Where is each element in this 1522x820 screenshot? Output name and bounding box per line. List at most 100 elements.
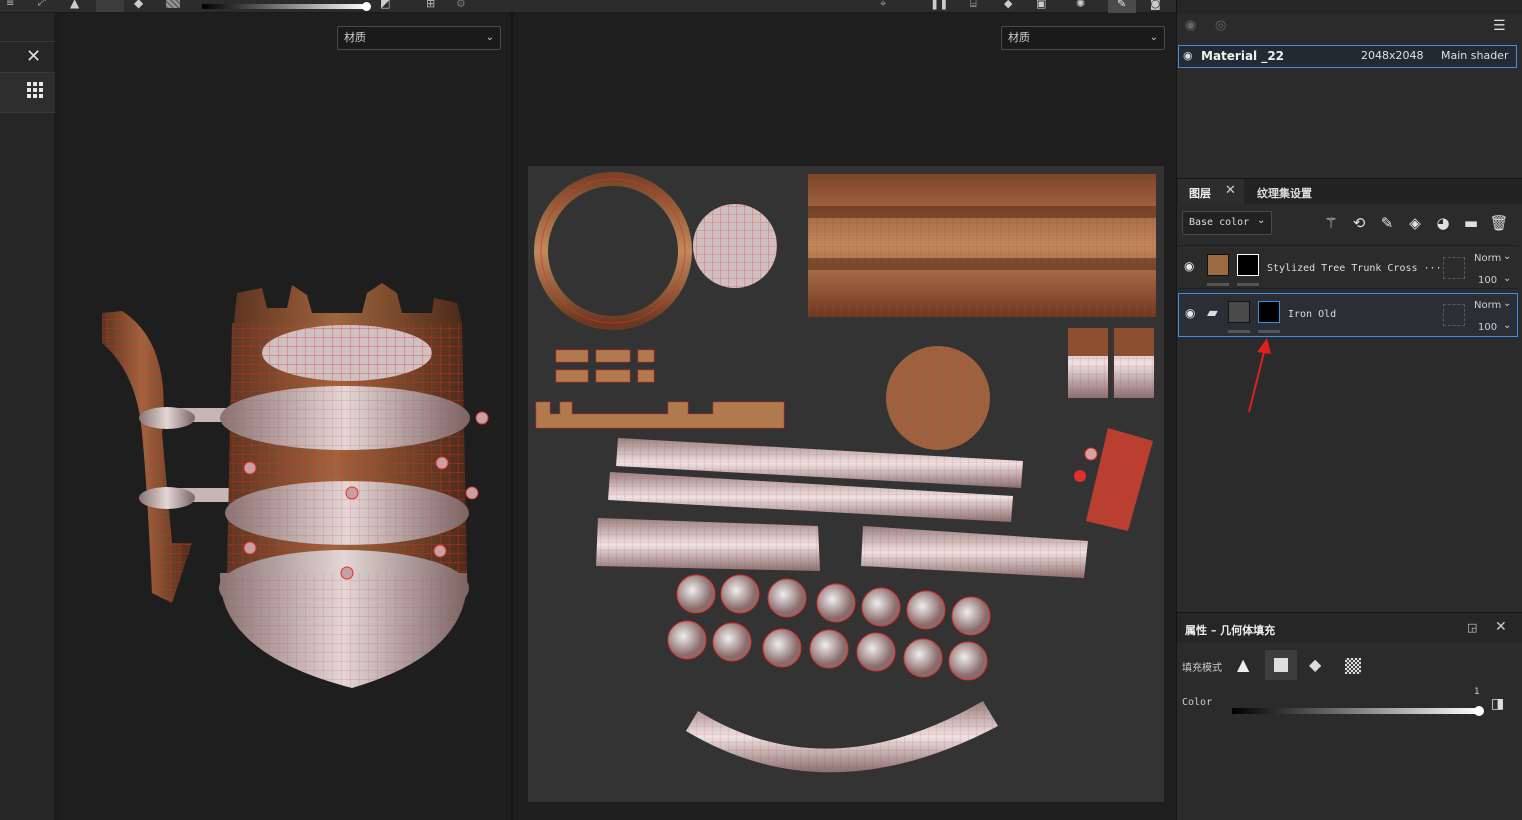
opacity[interactable]: 100	[1478, 275, 1497, 286]
layer-row[interactable]: ◉ Stylized Tree Trunk Cross ··· Norm ⌄ 1…	[1178, 245, 1518, 289]
properties-panel: 属性 – 几何体填充 ◲ ✕ 填充模式 ▲ ◆ Color 1 ◨	[1177, 612, 1522, 820]
cube-icon[interactable]: ◆	[1004, 0, 1012, 10]
split-view-icon[interactable]: ⊞	[426, 0, 435, 10]
fill-layer-icon[interactable]: ◈	[1405, 214, 1425, 234]
mug-3d-model[interactable]	[62, 13, 511, 820]
blend-mode[interactable]: Norm	[1474, 253, 1501, 264]
channel-dropdown[interactable]: Base color ⌄	[1182, 211, 1272, 235]
close-icon[interactable]: ✕	[1495, 619, 1507, 635]
eye-icon[interactable]: ◉	[1185, 306, 1195, 320]
folder-icon: ▰	[1207, 305, 1218, 321]
exposure-slider[interactable]	[202, 4, 367, 9]
cube-mode-icon[interactable]: ◆	[134, 0, 143, 10]
color-picker-icon[interactable]: ◨	[1491, 696, 1504, 712]
properties-header: 属性 – 几何体填充 ◲ ✕	[1177, 613, 1522, 643]
opacity[interactable]: 100	[1478, 322, 1497, 333]
eye-icon[interactable]: ◉	[1184, 259, 1194, 273]
object-fill-icon[interactable]: ◆	[1309, 655, 1321, 674]
uv-layout-canvas[interactable]	[528, 166, 1164, 802]
trash-icon[interactable]: 🗑	[1489, 214, 1509, 234]
texture-set-name: Material _22	[1201, 49, 1285, 63]
layer-thumbnail[interactable]	[1207, 254, 1229, 276]
symmetry-icon[interactable]: ⌸	[970, 0, 977, 11]
close-row: ✕	[0, 41, 55, 73]
tab-texset-label: 纹理集设置	[1257, 187, 1312, 200]
brush-icon: ✎	[1117, 0, 1127, 10]
annotation-arrow	[1248, 338, 1271, 413]
mask-thumbnail[interactable]	[1258, 301, 1280, 323]
viewport-2d-channel-dropdown[interactable]: 材质 ⌄	[1001, 26, 1165, 50]
uv-chunk-fill-icon[interactable]	[1345, 658, 1361, 674]
fill-mode-label: 填充模式	[1182, 663, 1222, 674]
eye-icon[interactable]: ◎	[1215, 18, 1226, 33]
layer-thumbnail-bar	[1228, 330, 1250, 333]
float-panel-icon[interactable]: ◲	[1467, 621, 1477, 634]
tab-layers-label: 图层	[1189, 187, 1211, 200]
screenshot-icon[interactable]: ▣	[1036, 0, 1046, 10]
square-fill-icon	[1274, 658, 1288, 672]
sun-icon[interactable]: ✺	[1076, 0, 1085, 10]
smart-material-icon[interactable]: ⟲	[1349, 214, 1369, 234]
triangle-mode-icon[interactable]: ▲	[70, 0, 79, 10]
texture-set-list-header	[1177, 0, 1522, 14]
properties-title: 属性 – 几何体填充	[1185, 624, 1276, 637]
checker-mode-icon[interactable]	[166, 0, 180, 8]
layer-name: Iron Old	[1288, 309, 1337, 320]
layer-color-id[interactable]	[1443, 304, 1465, 326]
chevron-down-icon: ⌄	[1503, 298, 1512, 309]
layer-thumbnail-bar	[1207, 283, 1229, 286]
chevron-down-icon: ⌄	[1257, 215, 1266, 226]
color-label: Color	[1182, 697, 1213, 708]
blend-mode[interactable]: Norm	[1474, 300, 1501, 311]
expand-icon[interactable]: ⤢	[38, 0, 46, 8]
viewport-3d[interactable]: 材质 ⌄	[62, 13, 511, 820]
menu-icon[interactable]: ≡	[6, 0, 14, 9]
top-toolbar: ≡ ⤢ ▲ ◆ ◩ ⊞ ⚙ ⌖ ❚❚ ⌸ ◆ ▣ ✺ ✎ ◙	[0, 0, 1176, 13]
channel-dropdown-label: Base color	[1189, 217, 1250, 228]
mask-thumbnail[interactable]	[1237, 254, 1259, 276]
chevron-down-icon: ⌄	[1149, 32, 1158, 43]
left-tool-strip: ✕	[0, 13, 55, 820]
triangle-fill-icon[interactable]: ▲	[1237, 655, 1249, 674]
paint-layer-icon[interactable]: ✎	[1377, 214, 1397, 234]
tab-layers[interactable]: 图层 ✕	[1178, 179, 1244, 205]
gutter	[55, 13, 62, 820]
texture-set-resolution: 2048x2048	[1361, 49, 1424, 62]
color-slider-handle[interactable]	[1474, 706, 1484, 716]
folder-icon[interactable]: ▬	[1461, 214, 1481, 234]
grid-row	[0, 73, 55, 113]
magic-wand-icon[interactable]: ⚚	[1321, 214, 1341, 234]
close-icon[interactable]: ✕	[26, 46, 41, 67]
chevron-down-icon: ⌄	[1503, 273, 1512, 284]
right-panel: ◉ ◎ ☰ ◉ Material _22 2048x2048 Main shad…	[1176, 0, 1522, 820]
close-icon[interactable]: ✕	[1225, 183, 1236, 198]
layer-thumbnail[interactable]	[1228, 301, 1250, 323]
texture-set-row[interactable]: ◉ Material _22 2048x2048 Main shader	[1178, 45, 1517, 68]
layers-tabbar: 图层 ✕ 纹理集设置	[1177, 178, 1522, 205]
visibility-hidden-icon[interactable]: ◉	[1185, 18, 1196, 33]
layer-name: Stylized Tree Trunk Cross ···	[1267, 263, 1442, 274]
color-slider[interactable]	[1232, 708, 1480, 714]
grid-icon[interactable]	[27, 82, 43, 98]
viewport-2d[interactable]: 材质 ⌄	[513, 13, 1176, 820]
pause-icon[interactable]: ❚❚	[930, 0, 948, 10]
mask-icon[interactable]: ◕	[1433, 214, 1453, 234]
settings-icon[interactable]: ⚙	[456, 0, 466, 10]
chevron-down-icon: ⌄	[1503, 320, 1512, 331]
tab-texture-set-settings[interactable]: 纹理集设置	[1249, 179, 1329, 205]
solid-mode-icon[interactable]	[96, 0, 124, 12]
exposure-slider-handle[interactable]	[362, 2, 371, 11]
quad-fill-button[interactable]	[1265, 650, 1297, 680]
layer-row-selected[interactable]: ◉ ▰ Iron Old Norm ⌄ 100 ⌄	[1178, 293, 1518, 337]
mask-thumbnail-bar	[1237, 283, 1259, 286]
chevron-down-icon: ⌄	[1503, 251, 1512, 262]
camera-settings-icon[interactable]: ◙	[1150, 0, 1161, 10]
list-menu-icon[interactable]: ☰	[1493, 18, 1506, 34]
mask-thumbnail-bar	[1258, 330, 1280, 333]
camera-icon[interactable]: ⌖	[880, 0, 886, 11]
picker-icon[interactable]: ◩	[380, 0, 390, 10]
eye-icon[interactable]: ◉	[1183, 49, 1193, 62]
color-value: 1	[1474, 687, 1480, 697]
dropdown-label: 材质	[1008, 31, 1030, 44]
layer-color-id[interactable]	[1443, 257, 1465, 279]
